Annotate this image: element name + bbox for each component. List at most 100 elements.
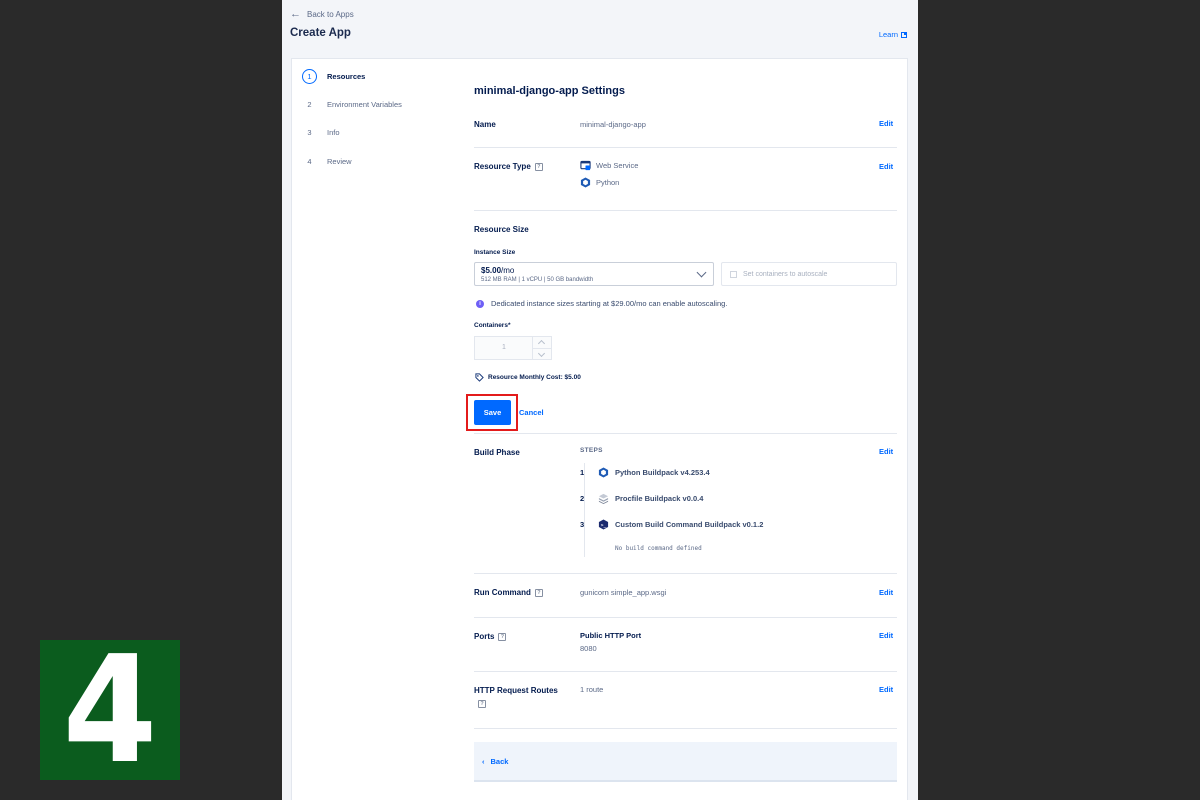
- build-step-name: Custom Build Command Buildpack v0.1.2: [615, 520, 764, 529]
- build-step: 3 >_ Custom Build Command Buildpack v0.1…: [580, 519, 763, 530]
- edit-ports-link[interactable]: Edit: [879, 631, 893, 640]
- back-to-apps-label: Back to Apps: [307, 9, 354, 19]
- python-label: Python: [596, 178, 620, 187]
- instance-price-unit: /mo: [501, 266, 515, 275]
- resource-type-label: Resource Type ?: [474, 162, 543, 171]
- step-number: 2: [307, 100, 312, 109]
- settings-title: minimal-django-app Settings: [474, 85, 625, 97]
- step-number: 3: [307, 128, 312, 137]
- svg-text:>_: >_: [601, 522, 607, 528]
- back-to-apps-link[interactable]: ← Back to Apps: [290, 8, 354, 20]
- edit-resource-type-link[interactable]: Edit: [879, 162, 893, 171]
- increment-button[interactable]: [533, 337, 551, 348]
- ports-label-text: Ports: [474, 632, 495, 641]
- procfile-buildpack-icon: [598, 493, 609, 504]
- build-step: 1 Python Buildpack v4.253.4: [580, 467, 710, 478]
- http-routes-label-text: HTTP Request Routes: [474, 686, 558, 695]
- resource-size-title: Resource Size: [474, 225, 529, 234]
- autoscale-info-note: i Dedicated instance sizes starting at $…: [476, 299, 727, 308]
- step-label: Review: [327, 157, 352, 166]
- step-info[interactable]: 3 Info: [302, 125, 339, 140]
- step-review[interactable]: 4 Review: [302, 154, 352, 169]
- http-routes-value: 1 route: [580, 685, 604, 694]
- help-icon[interactable]: ?: [478, 700, 486, 708]
- app-name-value: minimal-django-app: [580, 120, 646, 129]
- web-service-icon: [580, 160, 591, 171]
- build-step-number: 3: [580, 520, 585, 529]
- autoscale-checkbox-field[interactable]: Set containers to autoscale: [721, 262, 897, 286]
- page-title: Create App: [290, 27, 351, 39]
- port-value: 8080: [580, 644, 597, 653]
- divider: [474, 210, 897, 211]
- step-number-badge: 4: [40, 624, 180, 796]
- chevron-down-icon: [696, 267, 707, 278]
- ports-label: Ports ?: [474, 632, 507, 641]
- step-label: Environment Variables: [327, 100, 402, 109]
- monthly-cost-text: Resource Monthly Cost: $5.00: [488, 374, 581, 381]
- autoscale-label: Set containers to autoscale: [743, 270, 828, 278]
- instance-price: $5.00/mo: [481, 266, 514, 275]
- stepper-buttons: [532, 337, 551, 359]
- price-tag-icon: [475, 373, 484, 382]
- back-label: Back: [490, 756, 509, 766]
- decrement-button[interactable]: [533, 348, 551, 359]
- step-number: 1: [302, 69, 317, 84]
- build-step-name: Procfile Buildpack v0.0.4: [615, 494, 704, 503]
- step-label: Resources: [327, 72, 366, 81]
- chevron-left-icon: ‹: [482, 756, 485, 766]
- save-button[interactable]: Save: [474, 400, 511, 425]
- instance-spec: 512 MB RAM | 1 vCPU | 50 GB bandwidth: [481, 277, 594, 283]
- build-step-number: 2: [580, 494, 585, 503]
- step-number-digit: 4: [62, 624, 158, 796]
- help-icon[interactable]: ?: [534, 162, 543, 171]
- http-routes-label: HTTP Request Routes: [474, 686, 558, 695]
- build-phase-label-text: Build Phase: [474, 448, 520, 457]
- step-environment-variables[interactable]: 2 Environment Variables: [302, 97, 402, 112]
- instance-price-amount: $5.00: [481, 266, 502, 275]
- external-link-icon: [901, 31, 907, 38]
- edit-run-command-link[interactable]: Edit: [879, 588, 893, 597]
- help-icon[interactable]: ?: [534, 588, 543, 597]
- divider: [474, 671, 897, 672]
- name-label-text: Name: [474, 120, 496, 129]
- build-step: 2 Procfile Buildpack v0.0.4: [580, 493, 703, 504]
- edit-http-routes-link[interactable]: Edit: [879, 685, 893, 694]
- step-number: 4: [307, 157, 312, 166]
- cancel-button[interactable]: Cancel: [519, 408, 544, 417]
- run-command-label-text: Run Command: [474, 588, 531, 597]
- create-app-page: ← Back to Apps Create App Learn 1 Resour…: [282, 0, 918, 800]
- divider: [474, 433, 897, 434]
- learn-link[interactable]: Learn: [879, 30, 907, 39]
- web-service-item: Web Service: [580, 160, 638, 171]
- edit-name-link[interactable]: Edit: [879, 119, 893, 128]
- steps-header: STEPS: [580, 447, 603, 454]
- instance-size-select[interactable]: $5.00/mo 512 MB RAM | 1 vCPU | 50 GB ban…: [474, 262, 714, 286]
- step-resources[interactable]: 1 Resources: [302, 69, 365, 84]
- build-step-number: 1: [580, 468, 585, 477]
- autoscale-checkbox[interactable]: [730, 270, 737, 278]
- containers-value[interactable]: 1: [475, 337, 533, 359]
- back-button[interactable]: ‹ Back: [474, 742, 897, 782]
- info-note-text: Dedicated instance sizes starting at $29…: [491, 299, 728, 308]
- run-command-label: Run Command ?: [474, 588, 543, 597]
- instance-size-label: Instance Size: [474, 249, 516, 256]
- containers-stepper[interactable]: 1: [474, 336, 552, 360]
- name-label: Name: [474, 120, 496, 129]
- resource-monthly-cost: Resource Monthly Cost: $5.00: [475, 373, 581, 382]
- divider: [474, 573, 897, 574]
- build-phase-label: Build Phase: [474, 448, 520, 457]
- settings-card: 1 Resources 2 Environment Variables 3 In…: [291, 58, 908, 800]
- edit-build-phase-link[interactable]: Edit: [879, 447, 893, 456]
- help-icon[interactable]: ?: [498, 632, 507, 641]
- containers-label: Containers*: [474, 322, 511, 329]
- custom-build-command-icon: >_: [598, 519, 609, 530]
- divider: [474, 147, 897, 148]
- web-service-label: Web Service: [596, 161, 639, 170]
- arrow-left-icon: ←: [290, 8, 301, 20]
- divider: [474, 617, 897, 618]
- public-http-port-title: Public HTTP Port: [580, 631, 642, 640]
- learn-label: Learn: [878, 30, 898, 39]
- info-icon: i: [476, 299, 484, 308]
- build-step-name: Python Buildpack v4.253.4: [615, 468, 710, 477]
- resource-type-label-text: Resource Type: [474, 162, 531, 171]
